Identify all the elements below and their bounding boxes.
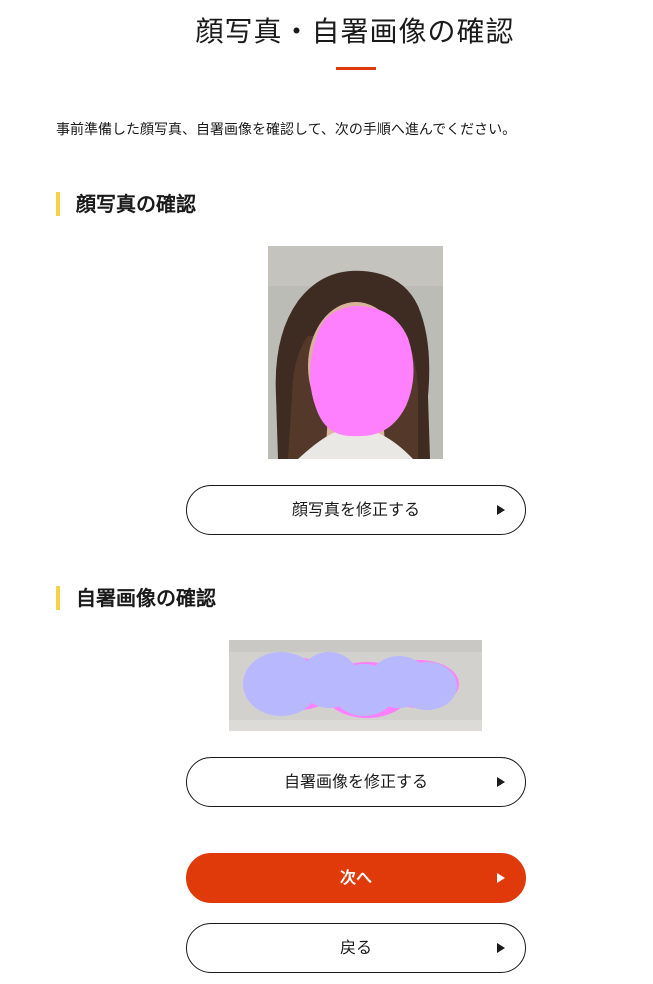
- edit-face-photo-button[interactable]: 顔写真を修正する: [186, 485, 526, 535]
- next-button[interactable]: 次へ: [186, 853, 526, 903]
- edit-signature-button[interactable]: 自署画像を修正する: [186, 757, 526, 807]
- edit-signature-label: 自署画像を修正する: [283, 772, 428, 791]
- title-underline: [336, 67, 376, 70]
- triangle-right-icon: [497, 505, 505, 515]
- triangle-right-icon: [497, 943, 505, 953]
- triangle-right-icon: [497, 777, 505, 787]
- back-button-label: 戻る: [339, 938, 372, 957]
- edit-face-photo-label: 顔写真を修正する: [291, 500, 420, 519]
- next-button-label: 次へ: [339, 868, 372, 887]
- back-button[interactable]: 戻る: [186, 923, 526, 973]
- intro-text: 事前準備した顔写真、自署画像を確認して、次の手順へ進んでください。: [56, 122, 517, 138]
- page-title: 顔写真・自署画像の確認: [195, 15, 515, 48]
- triangle-right-icon: [497, 873, 505, 883]
- signature-heading: 自署画像の確認: [56, 586, 216, 610]
- face-redaction: [310, 306, 414, 437]
- signature-image: [229, 640, 482, 731]
- face-photo: [268, 246, 443, 459]
- face-photo-heading: 顔写真の確認: [56, 192, 196, 216]
